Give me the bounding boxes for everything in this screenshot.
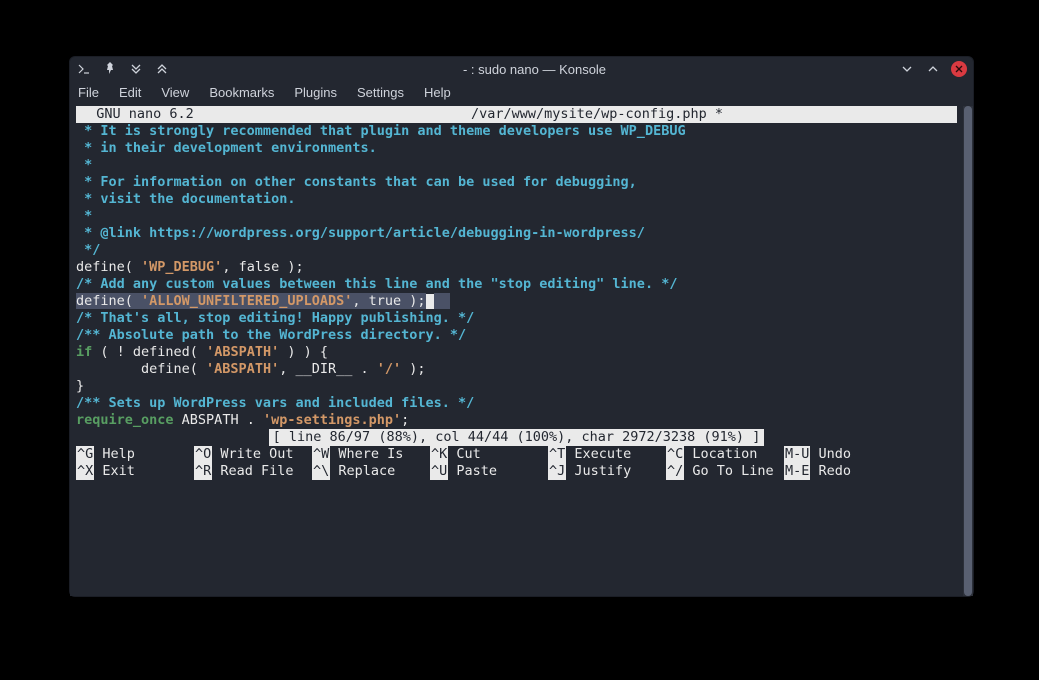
code-line: * It is strongly recommended that plugin… [76, 123, 957, 140]
shortcut-key: ^W [312, 446, 330, 463]
shortcut-key: ^T [548, 446, 566, 463]
nano-header: GNU nano 6.2/var/www/mysite/wp-config.ph… [76, 106, 957, 123]
konsole-window: - : sudo nano — Konsole File Edit View B… [69, 56, 974, 597]
double-chevron-down-icon[interactable] [128, 61, 144, 77]
double-chevron-up-icon[interactable] [154, 61, 170, 77]
menu-settings[interactable]: Settings [357, 85, 404, 100]
scrollbar[interactable] [963, 106, 973, 596]
code-line: /* Add any custom values between this li… [76, 276, 957, 293]
shortcut-key: ^C [666, 446, 684, 463]
shortcut-key: ^U [430, 463, 448, 480]
menu-file[interactable]: File [78, 85, 99, 100]
menubar: File Edit View Bookmarks Plugins Setting… [70, 81, 973, 106]
code-line: if ( ! defined( 'ABSPATH' ) ) { [76, 344, 957, 361]
code-line: /* That's all, stop editing! Happy publi… [76, 310, 957, 327]
menu-view[interactable]: View [161, 85, 189, 100]
menu-edit[interactable]: Edit [119, 85, 141, 100]
code-line: /** Sets up WordPress vars and included … [76, 395, 957, 412]
menu-plugins[interactable]: Plugins [294, 85, 337, 100]
shortcut-key: ^K [430, 446, 448, 463]
code-line: } [76, 378, 957, 395]
nano-shortcut-row: ^G Help^O Write Out^W Where Is^K Cut^T E… [76, 446, 957, 463]
code-line: * @link https://wordpress.org/support/ar… [76, 225, 957, 242]
pin-icon[interactable] [102, 61, 118, 77]
code-line: * For information on other constants tha… [76, 174, 957, 191]
code-line: * [76, 208, 957, 225]
shortcut-key: ^\ [312, 463, 330, 480]
menu-help[interactable]: Help [424, 85, 451, 100]
window-title: - : sudo nano — Konsole [170, 62, 899, 77]
shortcut-key: ^J [548, 463, 566, 480]
terminal-icon [76, 61, 92, 77]
code-line: * visit the documentation. [76, 191, 957, 208]
nano-shortcut-row: ^X Exit^R Read File^\ Replace^U Paste^J … [76, 463, 957, 480]
code-line: /** Absolute path to the WordPress direc… [76, 327, 957, 344]
close-icon[interactable] [951, 61, 967, 77]
shortcut-key: ^R [194, 463, 212, 480]
nano-filepath: /var/www/mysite/wp-config.php * [471, 106, 723, 123]
nano-status: [ line 86/97 (88%), col 44/44 (100%), ch… [76, 429, 957, 446]
minimize-icon[interactable] [899, 61, 915, 77]
nano-title: GNU nano 6.2 [80, 106, 194, 123]
terminal[interactable]: GNU nano 6.2/var/www/mysite/wp-config.ph… [70, 106, 963, 596]
menu-bookmarks[interactable]: Bookmarks [209, 85, 274, 100]
code-line: require_once ABSPATH . 'wp-settings.php'… [76, 412, 957, 429]
titlebar: - : sudo nano — Konsole [70, 57, 973, 81]
shortcut-key: ^G [76, 446, 94, 463]
code-line: * [76, 157, 957, 174]
code-line: * in their development environments. [76, 140, 957, 157]
code-line: define( 'WP_DEBUG', false ); [76, 259, 957, 276]
text-cursor [426, 294, 434, 309]
shortcut-key: M-U [784, 446, 810, 463]
maximize-icon[interactable] [925, 61, 941, 77]
shortcut-key: M-E [784, 463, 810, 480]
shortcut-key: ^O [194, 446, 212, 463]
shortcut-key: ^/ [666, 463, 684, 480]
code-line: define( 'ABSPATH', __DIR__ . '/' ); [76, 361, 957, 378]
code-line: */ [76, 242, 957, 259]
shortcut-key: ^X [76, 463, 94, 480]
code-line: define( 'ALLOW_UNFILTERED_UPLOADS', true… [76, 293, 957, 310]
